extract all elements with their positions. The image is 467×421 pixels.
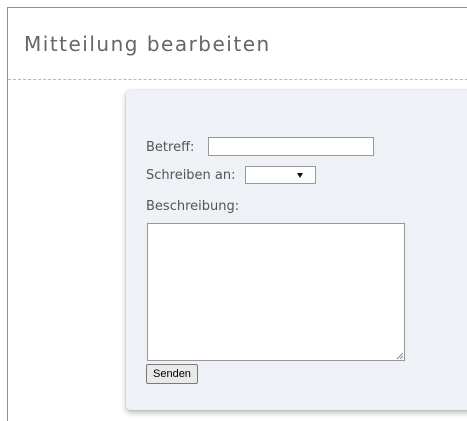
recipient-select[interactable]	[245, 166, 316, 184]
description-textarea[interactable]	[147, 223, 405, 361]
resize-grip-icon[interactable]	[396, 352, 404, 360]
subject-input[interactable]	[208, 137, 374, 156]
message-form-panel: Betreff: Schreiben an: Beschreibung: Sen…	[126, 90, 467, 410]
title-divider	[8, 79, 467, 80]
chevron-down-icon	[297, 173, 303, 178]
page-title: Mitteilung bearbeiten	[24, 32, 271, 56]
description-label: Beschreibung:	[146, 199, 240, 214]
recipient-label: Schreiben an:	[146, 168, 236, 183]
content-frame: Mitteilung bearbeiten Betreff: Schreiben…	[7, 7, 467, 421]
send-button[interactable]: Senden	[146, 364, 198, 384]
subject-label: Betreff:	[146, 140, 195, 155]
